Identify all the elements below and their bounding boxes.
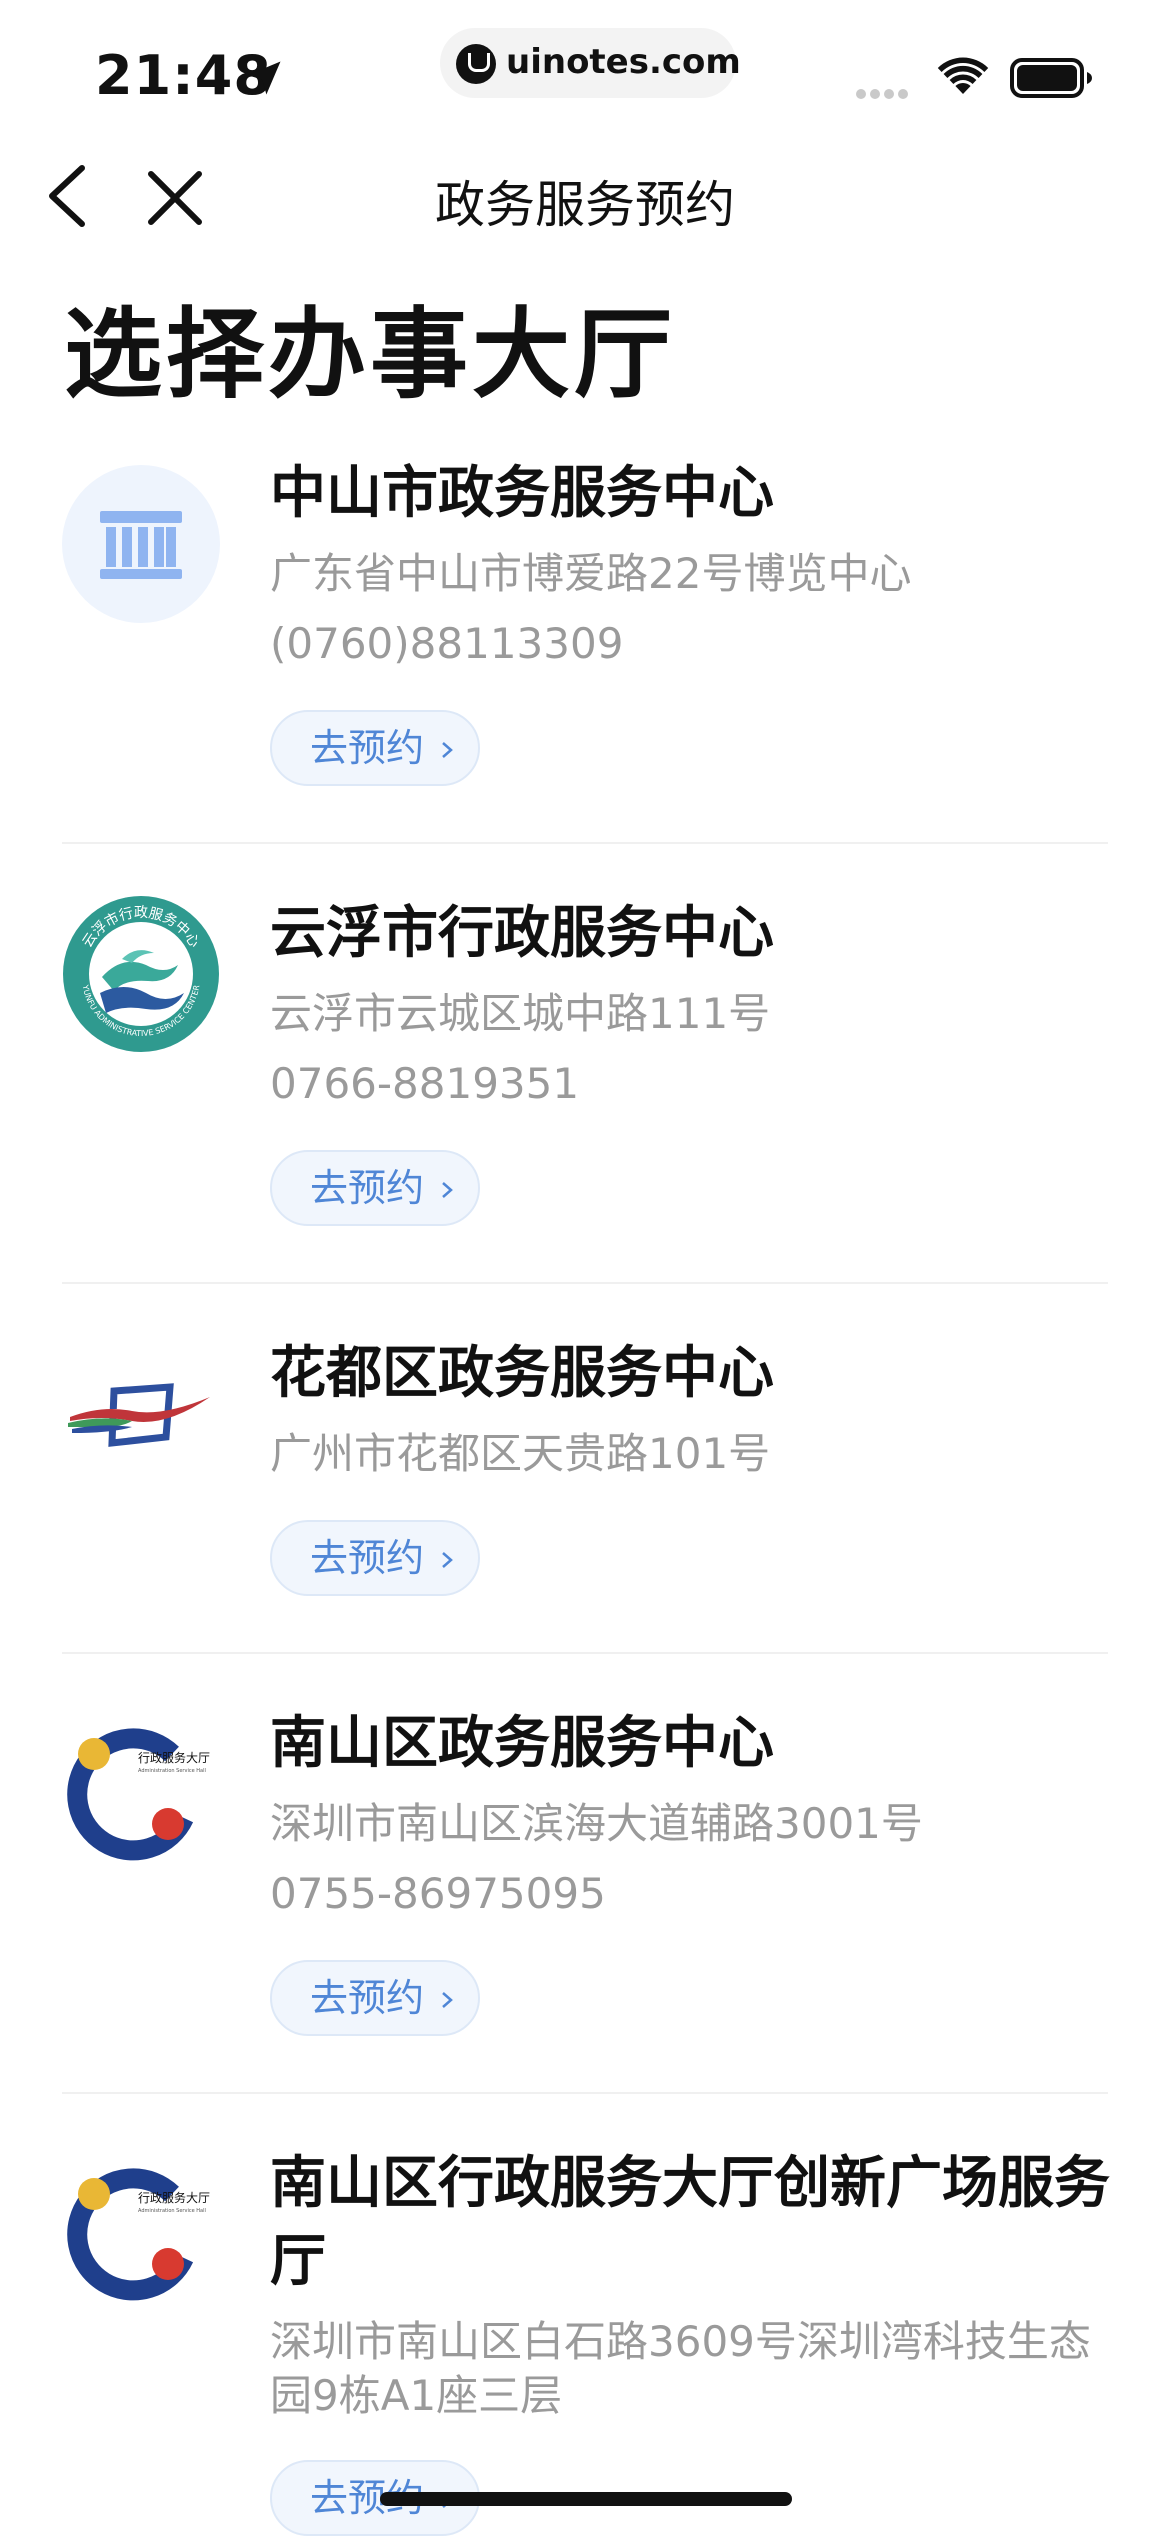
nanshan-logo-en-text: Administration Service Hall [138,1768,206,1774]
location-arrow-icon [247,61,281,95]
book-button[interactable]: 去预约 [270,1150,480,1226]
hall-name: 云浮市行政服务中心 [270,901,774,966]
hall-phone: (0760)88113309 [270,619,624,668]
hall-address: 广州市花都区天贵路101号 [270,1429,771,1478]
book-button-label: 去预约 [310,1536,425,1580]
status-bar: 21:48 uinotes.com [0,0,1170,140]
hall-address: 云浮市云城区城中路111号 [270,989,771,1038]
book-button-label: 去预约 [310,1976,425,2020]
chevron-right-icon [442,742,453,758]
yunfu-admin-service-logo: 云浮市行政服务中心 YUNFU ADMINISTRATIVE SERVICE C… [63,896,219,1052]
divider [62,1652,1108,1654]
divider [62,842,1108,844]
nav-title: 政务服务预约 [435,176,735,234]
nanshan-admin-hall-logo: 行政服务大厅 Administration Service Hall [67,2168,210,2301]
nanshan-logo-en-text: Administration Service Hall [138,2208,206,2214]
hall-name: 南山区行政服务大厅创新广场服务厅 [270,2151,1110,2294]
url-pill[interactable]: uinotes.com [440,28,741,98]
wifi-icon [937,57,989,94]
site-logo-icon [456,44,496,84]
book-button[interactable]: 去预约 [270,1960,480,2036]
hall-phone: 0766-8819351 [270,1059,580,1108]
hall-name: 花都区政务服务中心 [270,1341,774,1406]
hall-name: 南山区政务服务中心 [270,1711,774,1776]
divider [62,1282,1108,1284]
hall-phone: 0755-86975095 [270,1869,606,1918]
cellular-signal-icon [856,84,916,99]
nanshan-logo-cn-text: 行政服务大厅 [138,2190,210,2205]
chevron-right-icon [442,1992,453,2008]
chevron-right-icon [442,1182,453,1198]
hall-address: 深圳市南山区滨海大道辅路3001号 [270,1799,923,1848]
divider [62,2092,1108,2094]
book-button-label: 去预约 [310,1166,425,1210]
book-button[interactable]: 去预约 [270,1520,480,1596]
hall-address: 广东省中山市博爱路22号博览中心 [270,549,912,598]
nanshan-logo-cn-text: 行政服务大厅 [138,1750,210,1765]
book-button[interactable]: 去预约 [270,710,480,786]
nanshan-admin-hall-logo: 行政服务大厅 Administration Service Hall [67,1728,210,1861]
huadu-logo [68,1383,210,1447]
url-text: uinotes.com [506,42,741,82]
building-icon [62,465,220,623]
hall-name: 中山市政务服务中心 [270,461,774,526]
home-indicator [380,2492,792,2506]
page-title: 选择办事大厅 [64,298,677,412]
book-button-label: 去预约 [310,726,425,770]
chevron-right-icon [442,1552,453,1568]
hall-address: 深圳市南山区白石路3609号深圳湾科技生态园9栋A1座三层 [270,2317,1091,2420]
battery-icon [1010,58,1092,98]
